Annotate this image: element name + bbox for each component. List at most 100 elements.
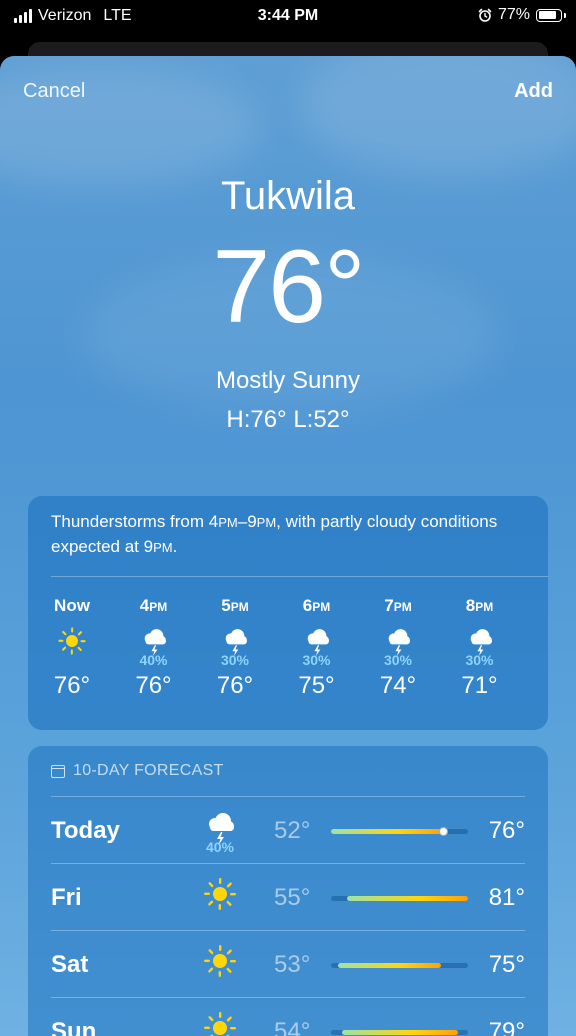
status-bar: Verizon LTE 3:44 PM 77% [0, 0, 576, 34]
thunderstorm-icon [144, 629, 166, 657]
forecast-low: 53° [274, 951, 311, 978]
forecast-low: 54° [274, 1018, 311, 1036]
temperature-range-fill [341, 1030, 459, 1035]
hour-ampm: PM [312, 600, 331, 614]
temperature-range-bar [331, 896, 468, 901]
sun-icon [204, 878, 236, 910]
thunderstorm-icon [388, 629, 410, 657]
hour-ampm: PM [149, 600, 168, 614]
hour-label-text: 8 [465, 596, 476, 615]
forecast-high: 81° [488, 884, 525, 911]
battery-icon [536, 8, 566, 22]
hourly-forecast-card[interactable]: Thunderstorms from 4PM–9PM, with partly … [28, 496, 548, 730]
thunderstorm-icon [307, 629, 329, 657]
hour-label: 9 [529, 596, 548, 618]
hour-temperature: 76° [216, 672, 254, 699]
high-low: H:76° L:52° [226, 406, 350, 433]
hour-column: 96 [529, 596, 548, 700]
hour-column: 6PM 30% 75° [285, 596, 349, 700]
forecast-high: 75° [488, 951, 525, 978]
hour-temperature: 6 [529, 672, 548, 700]
forecast-day: Sat [51, 951, 89, 978]
hour-icon-wrap [40, 624, 104, 658]
hour-temperature: 76° [135, 672, 172, 699]
forecast-icon-wrap [200, 1008, 240, 1036]
hour-column: Now 76° [40, 596, 104, 700]
forecast-row[interactable]: Sat 53° 75° [28, 931, 548, 997]
cloud-wisp [300, 56, 576, 176]
add-button[interactable]: Add [514, 80, 553, 103]
sun-icon [58, 627, 86, 655]
status-right: 77% [478, 6, 566, 24]
hour-icon-wrap [529, 624, 548, 658]
forecast-high: 76° [488, 817, 525, 844]
hour-column: 7PM 30% 74° [366, 596, 430, 700]
hour-temperature: 74° [379, 672, 417, 699]
temperature-range-fill [347, 896, 468, 901]
forecast-day: Fri [51, 884, 82, 911]
forecast-icon-wrap [200, 874, 240, 914]
forecast-row[interactable]: Sun 54° 79° [28, 998, 548, 1036]
forecast-high: 79° [488, 1018, 525, 1036]
forecast-header: 10-DAY FORECAST [51, 762, 224, 780]
summary-text: Thunderstorms from 4 [51, 512, 219, 531]
temperature-range-bar [331, 827, 468, 836]
hour-icon-wrap [285, 624, 349, 658]
hour-column: 5PM 30% 76° [203, 596, 267, 700]
hour-label: 8PM [448, 596, 512, 618]
calendar-icon [51, 764, 65, 778]
summary-ampm: PM [256, 515, 277, 530]
hour-column: 8PM 30% 71° [448, 596, 512, 700]
current-temperature-dot [439, 827, 449, 836]
alarm-icon [478, 8, 492, 22]
forecast-day: Today [51, 817, 120, 844]
hour-icon-wrap [122, 624, 186, 658]
hour-label-text: 5 [221, 596, 231, 615]
summary-ampm: PM [218, 515, 238, 530]
hour-temperature: 76° [53, 672, 91, 699]
hour-label: 7PM [366, 596, 430, 618]
hour-icon-wrap [448, 624, 512, 658]
hour-label-text: Now [54, 596, 90, 615]
temperature-range-bar [331, 1030, 468, 1035]
thunderstorm-icon [225, 629, 247, 657]
temperature-range-bar [331, 963, 468, 968]
current-temperature: 76° [212, 229, 365, 345]
hour-label-text: 4 [139, 596, 150, 615]
sun-icon [204, 945, 236, 977]
forecast-row[interactable]: Fri 55° 81° [28, 864, 548, 930]
cloud-icon [544, 624, 548, 658]
hour-column: 4PM 40% 76° [122, 596, 186, 700]
precipitation-chance: 40% [205, 839, 235, 855]
forecast-day: Sun [51, 1018, 97, 1036]
hour-label: 4PM [122, 596, 186, 618]
hour-icon-wrap [366, 624, 430, 658]
forecast-row[interactable]: Today 40% 52° 76° [28, 797, 548, 863]
ten-day-forecast-card[interactable]: 10-DAY FORECAST Today 40% 52° 76° Fri 55° 81° S… [28, 746, 548, 1036]
forecast-low: 52° [274, 817, 311, 844]
hour-label: Now [40, 596, 104, 618]
hour-temperature: 71° [461, 672, 498, 699]
hour-ampm: PM [230, 600, 249, 614]
forecast-icon-wrap [200, 941, 240, 981]
summary-text: . [172, 537, 178, 556]
divider [51, 576, 548, 577]
hourly-summary: Thunderstorms from 4PM–9PM, with partly … [51, 510, 521, 560]
hour-icon-wrap [203, 624, 267, 658]
summary-text: –9 [237, 512, 257, 531]
sun-icon [204, 1012, 236, 1036]
battery-percent: 77% [497, 6, 530, 23]
temperature-range-fill [331, 829, 444, 834]
hour-label-text: 6 [302, 596, 313, 615]
current-condition: Mostly Sunny [215, 367, 361, 394]
city-name: Tukwila [220, 174, 356, 218]
hour-label: 6PM [285, 596, 349, 618]
temperature-range-fill [337, 963, 441, 968]
cancel-button[interactable]: Cancel [23, 80, 85, 103]
weather-sheet: Cancel Add Tukwila 76° Mostly Sunny H:76… [0, 56, 576, 1036]
hour-ampm: PM [475, 600, 494, 614]
hour-label: 5PM [203, 596, 267, 618]
forecast-header-label: 10-DAY FORECAST [73, 762, 224, 779]
hour-ampm: PM [393, 600, 412, 614]
hour-label-text: 7 [384, 596, 394, 615]
